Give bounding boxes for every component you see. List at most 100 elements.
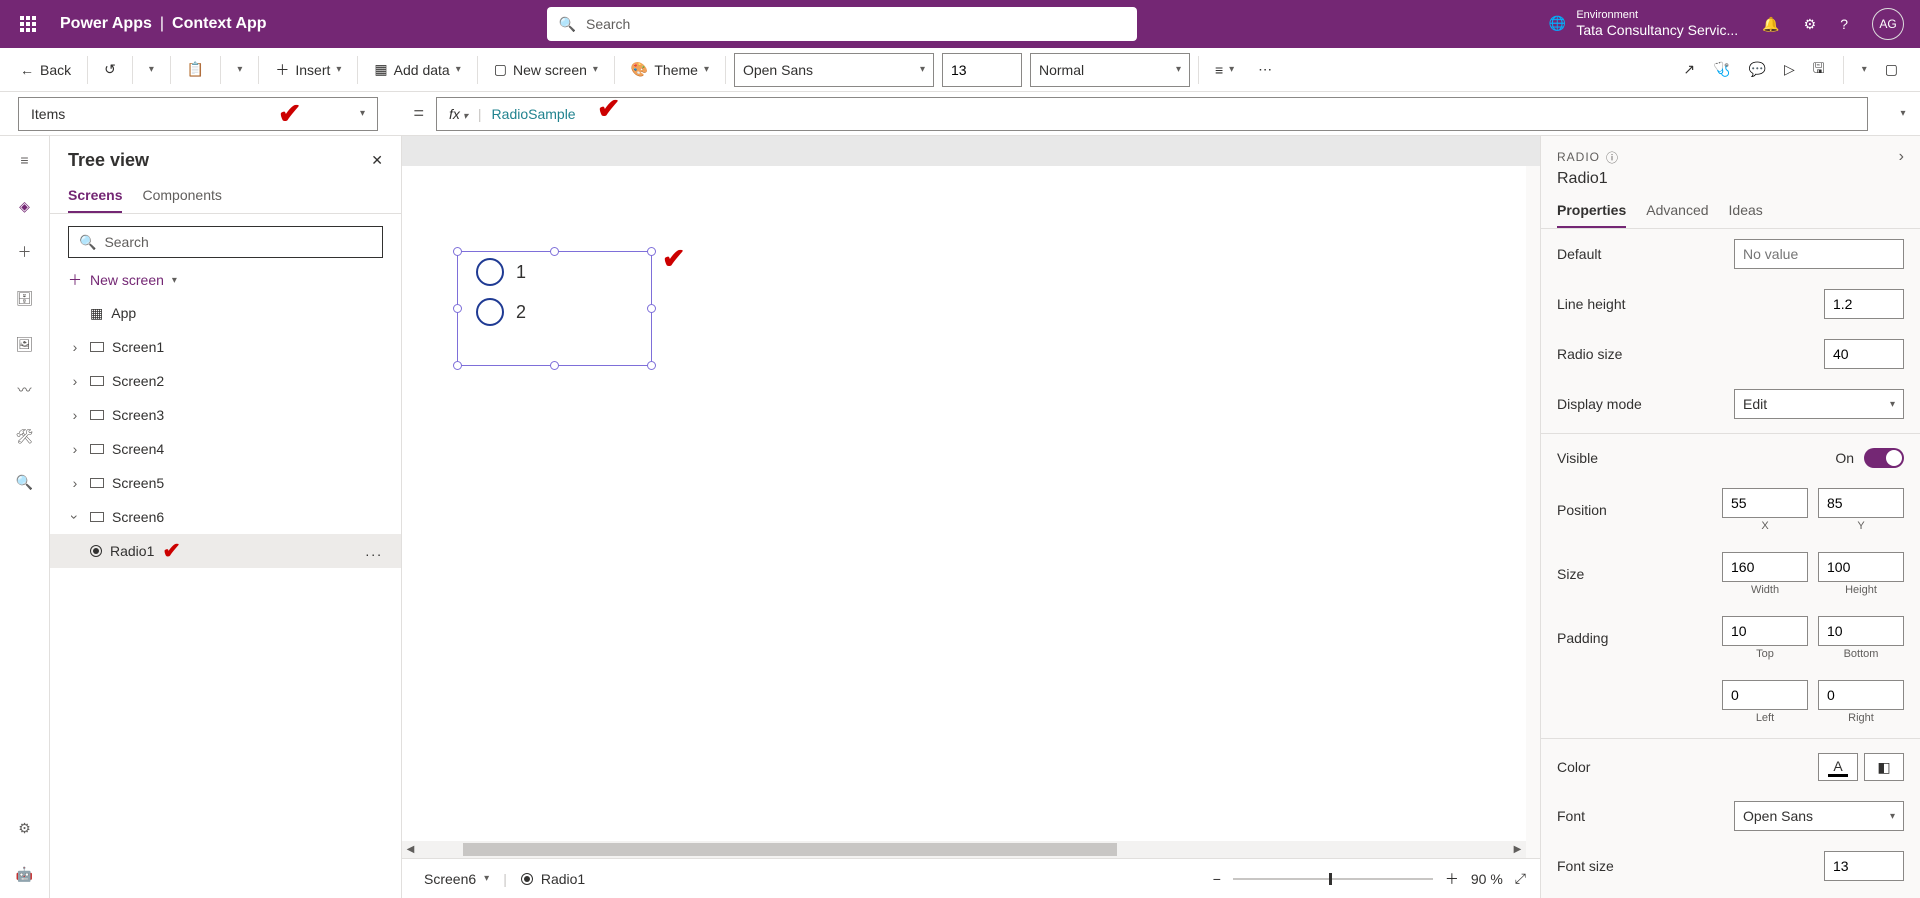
prop-radiosize-input[interactable] [1824, 339, 1904, 369]
prop-pos-x-input[interactable] [1722, 488, 1808, 518]
preview-icon[interactable]: ▷ [1784, 61, 1795, 78]
paste-menu[interactable]: ▾ [229, 58, 250, 81]
tab-advanced[interactable]: Advanced [1646, 202, 1708, 228]
prop-font-select[interactable]: Open Sans▾ [1734, 801, 1904, 831]
data-rail-icon[interactable]: 🗄 [13, 286, 37, 310]
prop-font-color-button[interactable]: A [1818, 753, 1858, 781]
font-family-select[interactable]: Open Sans▾ [734, 53, 934, 87]
tree-item-screen3[interactable]: ›Screen3 [50, 398, 401, 432]
resize-handle[interactable] [647, 247, 656, 256]
settings-icon[interactable]: ⚙ [1804, 16, 1817, 33]
tree-item-screen6[interactable]: ›Screen6 [50, 500, 401, 534]
publish-icon[interactable]: ▢ [1885, 61, 1898, 78]
prop-lineheight-input[interactable] [1824, 289, 1904, 319]
global-search[interactable]: 🔍 Search [547, 7, 1137, 41]
zoom-in-button[interactable]: ＋ [1445, 869, 1459, 889]
search-rail-icon[interactable]: 🔍 [13, 470, 37, 494]
resize-handle[interactable] [647, 304, 656, 313]
notifications-icon[interactable]: 🔔 [1762, 16, 1779, 33]
resize-handle[interactable] [647, 361, 656, 370]
tree-new-screen-button[interactable]: ＋ New screen ▾ [50, 264, 401, 296]
tab-properties[interactable]: Properties [1557, 202, 1626, 228]
add-data-button[interactable]: ▦Add data▾ [366, 55, 468, 84]
tree-item-screen4[interactable]: ›Screen4 [50, 432, 401, 466]
user-avatar[interactable]: AG [1872, 8, 1904, 40]
prop-pad-left-input[interactable] [1722, 680, 1808, 710]
waffle-icon[interactable] [8, 4, 48, 44]
formula-expand-button[interactable]: ▾ [1886, 97, 1920, 131]
info-icon[interactable]: ⓘ [1606, 149, 1619, 166]
checker-icon[interactable]: 🩺 [1713, 61, 1730, 78]
hamburger-icon[interactable]: ≡ [13, 148, 37, 172]
undo-button[interactable]: ↺ [96, 55, 124, 84]
flows-rail-icon[interactable]: 〰 [13, 378, 37, 402]
tools-rail-icon[interactable]: 🛠 [13, 424, 37, 448]
prop-height-input[interactable] [1818, 552, 1904, 582]
prop-pad-top-input[interactable] [1722, 616, 1808, 646]
radio-option-1[interactable]: 1 [458, 252, 651, 292]
tree-item-screen1[interactable]: ›Screen1 [50, 330, 401, 364]
canvas-body[interactable]: 1 2 ✔ [402, 166, 1526, 841]
resize-handle[interactable] [453, 304, 462, 313]
tab-components[interactable]: Components [142, 179, 221, 213]
treeview-icon[interactable]: ◈ [13, 194, 37, 218]
zoom-slider[interactable] [1233, 878, 1433, 880]
help-icon[interactable]: ? [1840, 16, 1848, 32]
font-weight-select[interactable]: Normal▾ [1030, 53, 1190, 87]
tree-item-screen2[interactable]: ›Screen2 [50, 364, 401, 398]
prop-width-input[interactable] [1722, 552, 1808, 582]
zoom-out-button[interactable]: − [1213, 871, 1221, 887]
tab-screens[interactable]: Screens [68, 179, 122, 213]
environment-picker[interactable]: 🌐 Environment Tata Consultancy Servic... [1549, 9, 1738, 39]
prop-visible-toggle[interactable] [1864, 448, 1904, 468]
paste-button[interactable]: 📋 [179, 55, 212, 84]
resize-handle[interactable] [550, 361, 559, 370]
scrollbar-thumb[interactable] [463, 843, 1117, 856]
overflow-button[interactable]: ⋯ [1250, 55, 1280, 84]
resize-handle[interactable] [550, 247, 559, 256]
undo-menu[interactable]: ▾ [141, 58, 162, 81]
resize-handle[interactable] [453, 361, 462, 370]
prop-displaymode-select[interactable]: Edit▾ [1734, 389, 1904, 419]
scroll-right-icon[interactable]: ▶ [1509, 844, 1526, 855]
prop-pad-right-input[interactable] [1818, 680, 1904, 710]
fit-to-window-icon[interactable]: ⤢ [1515, 870, 1526, 887]
prop-fontsize-input[interactable] [1824, 851, 1904, 881]
settings-rail-icon[interactable]: ⚙ [13, 816, 37, 840]
tree-item-screen5[interactable]: ›Screen5 [50, 466, 401, 500]
radio-option-2[interactable]: 2 [458, 292, 651, 332]
prop-fill-color-button[interactable]: ◧ [1864, 753, 1904, 781]
close-icon[interactable]: ✕ [371, 152, 383, 169]
prop-pos-y-input[interactable] [1818, 488, 1904, 518]
virtualagent-rail-icon[interactable]: 🤖 [13, 862, 37, 886]
insert-rail-icon[interactable]: ＋ [13, 240, 37, 264]
media-rail-icon[interactable]: 🖼 [13, 332, 37, 356]
chevron-right-icon[interactable]: › [1899, 148, 1904, 166]
font-size-input[interactable] [942, 53, 1022, 87]
tree-item-app[interactable]: ▦ App [50, 296, 401, 330]
scroll-left-icon[interactable]: ◀ [402, 844, 419, 855]
back-button[interactable]: ←Back [12, 56, 79, 84]
selected-control-radio1[interactable]: 1 2 [457, 251, 652, 366]
tab-ideas[interactable]: Ideas [1729, 202, 1763, 228]
canvas-horizontal-scrollbar[interactable]: ◀ ▶ [402, 841, 1526, 858]
new-screen-button[interactable]: ▢New screen▾ [486, 55, 606, 84]
prop-default-input[interactable] [1734, 239, 1904, 269]
save-icon[interactable]: 🖫 [1813, 58, 1825, 82]
tree-search-input[interactable]: 🔍 Search [68, 226, 383, 258]
share-icon[interactable]: ↗ [1683, 61, 1695, 78]
chevron-down-icon: ▾ [920, 64, 925, 75]
comments-icon[interactable]: 💬 [1749, 61, 1766, 78]
property-dropdown[interactable]: Items ▾ [18, 97, 378, 131]
list-icon-button[interactable]: ≡▾ [1207, 56, 1242, 84]
prop-pad-bottom-input[interactable] [1818, 616, 1904, 646]
insert-button[interactable]: ＋Insert▾ [267, 54, 349, 86]
formula-input[interactable]: fx▾ | RadioSample ✔ [436, 97, 1868, 131]
save-chevron-icon[interactable]: ▾ [1862, 64, 1867, 75]
breadcrumb-control[interactable]: Radio1 [521, 871, 585, 887]
tree-item-radio1[interactable]: Radio1 ✔ ... [50, 534, 401, 568]
tree-item-more-icon[interactable]: ... [365, 543, 393, 559]
breadcrumb-screen[interactable]: Screen6▾ [416, 871, 489, 887]
theme-button[interactable]: 🎨Theme▾ [623, 55, 717, 84]
resize-handle[interactable] [453, 247, 462, 256]
